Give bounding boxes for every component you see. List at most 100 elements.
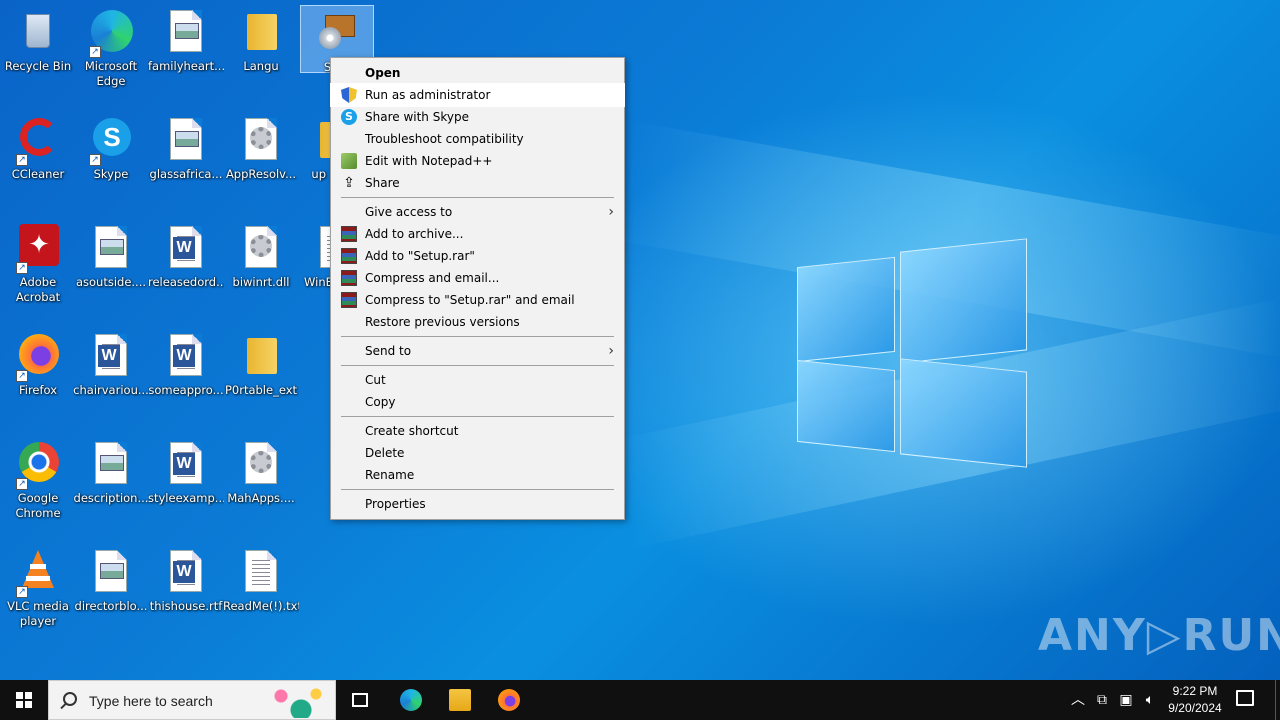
wallpaper-logo-pane [900, 358, 1027, 468]
clock-date: 9/20/2024 [1168, 701, 1222, 715]
desktop-icon-recycle-bin[interactable]: Recycle Bin [0, 8, 76, 74]
start-button[interactable] [0, 680, 48, 720]
ccleaner-icon: ↗ [14, 116, 62, 166]
menu-item-send-to[interactable]: Send to › [331, 340, 624, 362]
network-icon[interactable]: ▣ [1116, 680, 1136, 720]
taskbar-search-box[interactable]: Type here to search [48, 680, 336, 720]
desktop-icon-directorblo[interactable]: directorblo... [73, 548, 149, 614]
desktop-icon-label: chairvariou... [73, 383, 149, 397]
desktop-icon-adobe-acrobat[interactable]: ✦ ↗ Adobe Acrobat [0, 224, 76, 305]
desktop-icon-label: asoutside.... [75, 275, 147, 289]
desktop-icon-label: Skype [93, 167, 129, 181]
menu-item-share[interactable]: ⇪ Share [331, 172, 624, 194]
desktop-icon-label: MahApps.... [227, 491, 295, 505]
desktop-icon-glassafrica[interactable]: glassafrica... [148, 116, 224, 182]
tray-chevron-icon[interactable]: ︿ [1068, 680, 1088, 720]
desktop-icon-appresolv[interactable]: AppResolv... [223, 116, 299, 182]
taskbar-file-explorer-button[interactable] [436, 680, 484, 720]
desktop[interactable]: Recycle Bin ↗ Microsoft Edge familyheart… [0, 0, 1280, 680]
desktop-icon-skype[interactable]: S ↗ Skype [73, 116, 149, 182]
dll-file-icon [237, 224, 285, 272]
desktop-icon-description[interactable]: description... [73, 440, 149, 506]
menu-item-copy[interactable]: Copy [331, 391, 624, 413]
wallpaper-logo-pane [900, 238, 1027, 364]
desktop-icon-langu[interactable]: Langu [223, 8, 299, 74]
desktop-icon-p0rtable-ext[interactable]: P0rtable_ext [223, 332, 299, 398]
menu-item-create-shortcut[interactable]: Create shortcut [331, 420, 624, 442]
taskbar-clock[interactable]: 9:22 PM 9/20/2024 [1160, 683, 1230, 717]
menu-item-open[interactable]: Open [331, 62, 624, 84]
desktop-icon-label: styleexamp... [148, 491, 224, 505]
volume-icon[interactable]: 🔈︎ [1140, 680, 1160, 720]
folder-icon [237, 332, 285, 380]
firefox-icon [498, 689, 520, 711]
chrome-icon: ↗ [14, 440, 62, 490]
task-view-button[interactable] [336, 680, 384, 720]
menu-item-share-with-skype[interactable]: S Share with Skype [331, 106, 624, 128]
winrar-icon [341, 270, 357, 286]
windows-logo-icon [16, 692, 32, 708]
shortcut-arrow-icon: ↗ [16, 370, 28, 382]
menu-item-compress-and-email[interactable]: Compress and email... [331, 267, 624, 289]
folder-icon [237, 8, 285, 56]
menu-item-restore-previous-versions[interactable]: Restore previous versions [331, 311, 624, 333]
action-center-icon[interactable] [1236, 690, 1254, 706]
tray-app-icon[interactable]: ⧉ [1092, 680, 1112, 720]
desktop-icon-label: ReadMe(!).txt [223, 599, 299, 613]
submenu-arrow-icon: › [608, 204, 614, 220]
desktop-icon-familyheart[interactable]: familyheart... [148, 8, 224, 74]
desktop-icon-up[interactable]: up [298, 116, 330, 182]
desktop-icon-google-chrome[interactable]: ↗ Google Chrome [0, 440, 76, 521]
image-file-icon [162, 116, 210, 164]
taskbar-edge-button[interactable] [387, 680, 435, 720]
submenu-arrow-icon: › [608, 343, 614, 359]
desktop-icon-readme[interactable]: ReadMe(!).txt [223, 548, 299, 614]
desktop-icon-wine[interactable]: WinE [298, 224, 330, 290]
recycle-bin-icon [14, 8, 62, 56]
desktop-icon-mahapps[interactable]: MahApps.... [223, 440, 299, 506]
desktop-icon-label: up [311, 167, 326, 181]
desktop-icon-biwinrt[interactable]: biwinrt.dll [223, 224, 299, 290]
text-file-icon [237, 548, 285, 596]
desktop-icon-thishouse[interactable]: W thishouse.rtf [148, 548, 224, 614]
menu-item-rename[interactable]: Rename [331, 464, 624, 486]
desktop-icon-ccleaner[interactable]: ↗ CCleaner [0, 116, 76, 182]
show-desktop-button[interactable] [1275, 680, 1276, 720]
menu-item-add-to-setup-rar[interactable]: Add to "Setup.rar" [331, 245, 624, 267]
desktop-icon-asoutside[interactable]: asoutside.... [73, 224, 149, 290]
menu-separator [341, 336, 614, 337]
menu-item-run-as-administrator[interactable]: Run as administrator [330, 83, 625, 107]
menu-item-properties[interactable]: Properties [331, 493, 624, 515]
desktop-icon-vlc[interactable]: ↗ VLC media player [0, 548, 76, 629]
word-file-icon: W [162, 332, 210, 380]
desktop-icon-releasedord[interactable]: W releasedord... [148, 224, 224, 290]
menu-item-delete[interactable]: Delete [331, 442, 624, 464]
desktop-icon-someappro[interactable]: W someappro... [148, 332, 224, 398]
desktop-icon-chairvariou[interactable]: W chairvariou... [73, 332, 149, 398]
desktop-icon-firefox[interactable]: ↗ Firefox [0, 332, 76, 398]
desktop-icon-styleexamp[interactable]: W styleexamp... [148, 440, 224, 506]
desktop-icon-microsoft-edge[interactable]: ↗ Microsoft Edge [73, 8, 149, 89]
notepadpp-icon [341, 153, 357, 169]
taskbar-firefox-button[interactable] [485, 680, 533, 720]
menu-item-cut[interactable]: Cut [331, 369, 624, 391]
firefox-icon: ↗ [14, 332, 62, 382]
clock-time: 9:22 PM [1172, 684, 1218, 698]
word-file-icon: W [87, 332, 135, 380]
winrar-icon [341, 248, 357, 264]
share-icon: ⇪ [343, 175, 355, 191]
acrobat-icon: ✦ ↗ [14, 224, 62, 274]
menu-item-add-to-archive[interactable]: Add to archive... [331, 223, 624, 245]
menu-item-troubleshoot-compatibility[interactable]: Troubleshoot compatibility [331, 128, 624, 150]
menu-item-compress-to-setup-rar-and-email[interactable]: Compress to "Setup.rar" and email [331, 289, 624, 311]
anyrun-watermark: ANY▷RUN [1038, 610, 1280, 661]
menu-separator [341, 365, 614, 366]
desktop-icon-label: WinE [304, 275, 330, 289]
edge-icon [400, 689, 422, 711]
text-file-icon [306, 224, 330, 272]
wallpaper-logo-pane [797, 256, 895, 363]
desktop-icon-label: VLC media player [7, 599, 69, 628]
menu-item-give-access-to[interactable]: Give access to › [331, 201, 624, 223]
menu-item-edit-with-notepadpp[interactable]: Edit with Notepad++ [331, 150, 624, 172]
search-placeholder: Type here to search [89, 693, 213, 709]
